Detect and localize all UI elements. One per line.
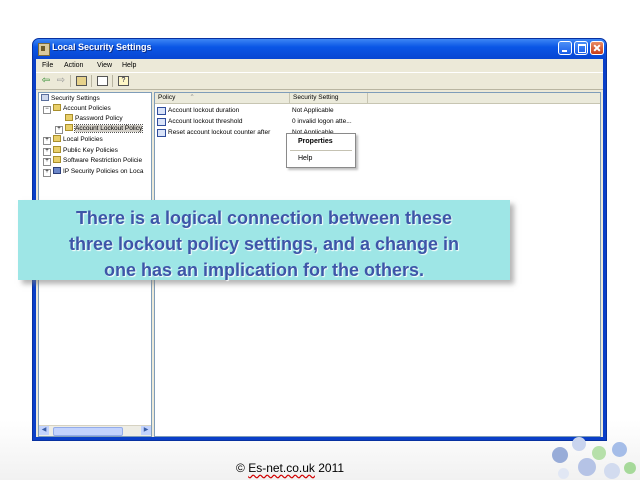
tree-item-software-restriction-policies[interactable]: + Software Restriction Policie xyxy=(43,156,142,166)
toolbar-separator xyxy=(91,75,92,87)
toolbar-separator xyxy=(70,75,71,87)
ip-security-icon xyxy=(53,167,61,174)
folder-icon xyxy=(65,124,73,131)
folder-icon xyxy=(53,156,61,163)
bubble-decoration xyxy=(552,447,568,463)
close-button[interactable] xyxy=(590,41,604,55)
scrollbar-thumb[interactable] xyxy=(53,427,123,436)
brand-name: Es-net.co.uk xyxy=(248,461,315,475)
tree-item-local-policies[interactable]: + Local Policies xyxy=(43,135,103,145)
bubble-decoration xyxy=(624,462,636,474)
copyright-symbol: © xyxy=(236,461,245,475)
context-menu-properties[interactable]: Properties xyxy=(298,138,333,145)
callout-line: There is a logical connection between th… xyxy=(75,208,453,228)
up-folder-icon[interactable] xyxy=(76,76,87,86)
collapse-icon[interactable]: − xyxy=(43,106,51,114)
toolbar-separator xyxy=(112,75,113,87)
menu-separator xyxy=(290,150,352,151)
bubble-decoration xyxy=(572,437,586,451)
folder-icon xyxy=(53,135,61,142)
column-header-policy[interactable]: Policy ⌃ xyxy=(155,93,290,104)
toolbar: ⇦ ⇨ ? xyxy=(36,72,603,90)
back-arrow-icon[interactable]: ⇦ xyxy=(40,75,52,86)
column-header-filler xyxy=(368,93,600,104)
folder-icon xyxy=(53,146,61,153)
policy-icon xyxy=(157,129,166,137)
expand-icon[interactable]: + xyxy=(43,169,51,177)
sort-ascending-icon: ⌃ xyxy=(189,94,195,101)
forward-arrow-icon[interactable]: ⇨ xyxy=(55,75,67,86)
copyright-footer: © Es-net.co.uk 2011 xyxy=(236,461,344,475)
bubble-decoration xyxy=(558,468,569,479)
callout-text: There is a logical connection between th… xyxy=(24,205,504,283)
policy-icon xyxy=(157,118,166,126)
tree-item-ip-security-policies[interactable]: + IP Security Policies on Loca xyxy=(43,167,143,177)
tree-item-public-key-policies[interactable]: + Public Key Policies xyxy=(43,146,118,156)
bubble-decoration xyxy=(592,446,606,460)
policy-name: Account lockout duration xyxy=(168,107,240,114)
expand-icon[interactable]: + xyxy=(55,126,63,134)
tree-item-password-policy[interactable]: Password Policy xyxy=(65,114,123,123)
expand-icon[interactable]: + xyxy=(43,137,51,145)
policy-setting: 0 invalid logon atte... xyxy=(292,118,352,125)
context-menu: Properties Help xyxy=(286,133,356,168)
expand-icon[interactable]: + xyxy=(43,148,51,156)
bubble-decoration xyxy=(612,442,627,457)
menu-action[interactable]: Action xyxy=(64,62,83,69)
folder-icon xyxy=(53,104,61,111)
menu-file[interactable]: File xyxy=(42,62,53,69)
policy-name: Account lockout threshold xyxy=(168,118,243,125)
bubble-decoration xyxy=(578,458,596,476)
bubble-decoration xyxy=(604,463,620,479)
policy-name: Reset account lockout counter after xyxy=(168,129,271,136)
context-menu-help[interactable]: Help xyxy=(298,155,312,162)
show-hide-tree-icon[interactable] xyxy=(97,76,108,86)
help-icon[interactable]: ? xyxy=(118,76,129,86)
menu-help[interactable]: Help xyxy=(122,62,136,69)
scroll-right-icon[interactable]: ▶ xyxy=(141,426,151,435)
scroll-left-icon[interactable]: ◀ xyxy=(39,426,49,435)
tree-horizontal-scrollbar[interactable]: ◀ ▶ xyxy=(39,425,151,436)
menu-view[interactable]: View xyxy=(97,62,112,69)
explanation-callout: There is a logical connection between th… xyxy=(18,200,510,280)
menu-bar: File Action View Help xyxy=(36,59,603,72)
callout-line: three lockout policy settings, and a cha… xyxy=(68,234,460,254)
expand-icon[interactable]: + xyxy=(43,158,51,166)
minimize-button[interactable] xyxy=(558,41,572,55)
tree-item-account-lockout-policy[interactable]: + Account Lockout Policy xyxy=(55,124,144,134)
column-header-security-setting[interactable]: Security Setting xyxy=(290,93,368,104)
security-settings-icon xyxy=(41,94,49,101)
local-security-app-icon xyxy=(38,43,50,56)
callout-line: one has an implication for the others. xyxy=(103,260,425,280)
window-title: Local Security Settings xyxy=(52,42,152,52)
tree-item-account-policies[interactable]: − Account Policies xyxy=(43,104,111,114)
tree-item-security-settings[interactable]: Security Settings xyxy=(41,94,100,103)
copyright-year: 2011 xyxy=(318,461,345,475)
policy-setting: Not Applicable xyxy=(292,107,334,114)
title-bar[interactable]: Local Security Settings xyxy=(33,39,606,59)
folder-icon xyxy=(65,114,73,121)
maximize-button[interactable] xyxy=(574,41,588,55)
policy-icon xyxy=(157,107,166,115)
